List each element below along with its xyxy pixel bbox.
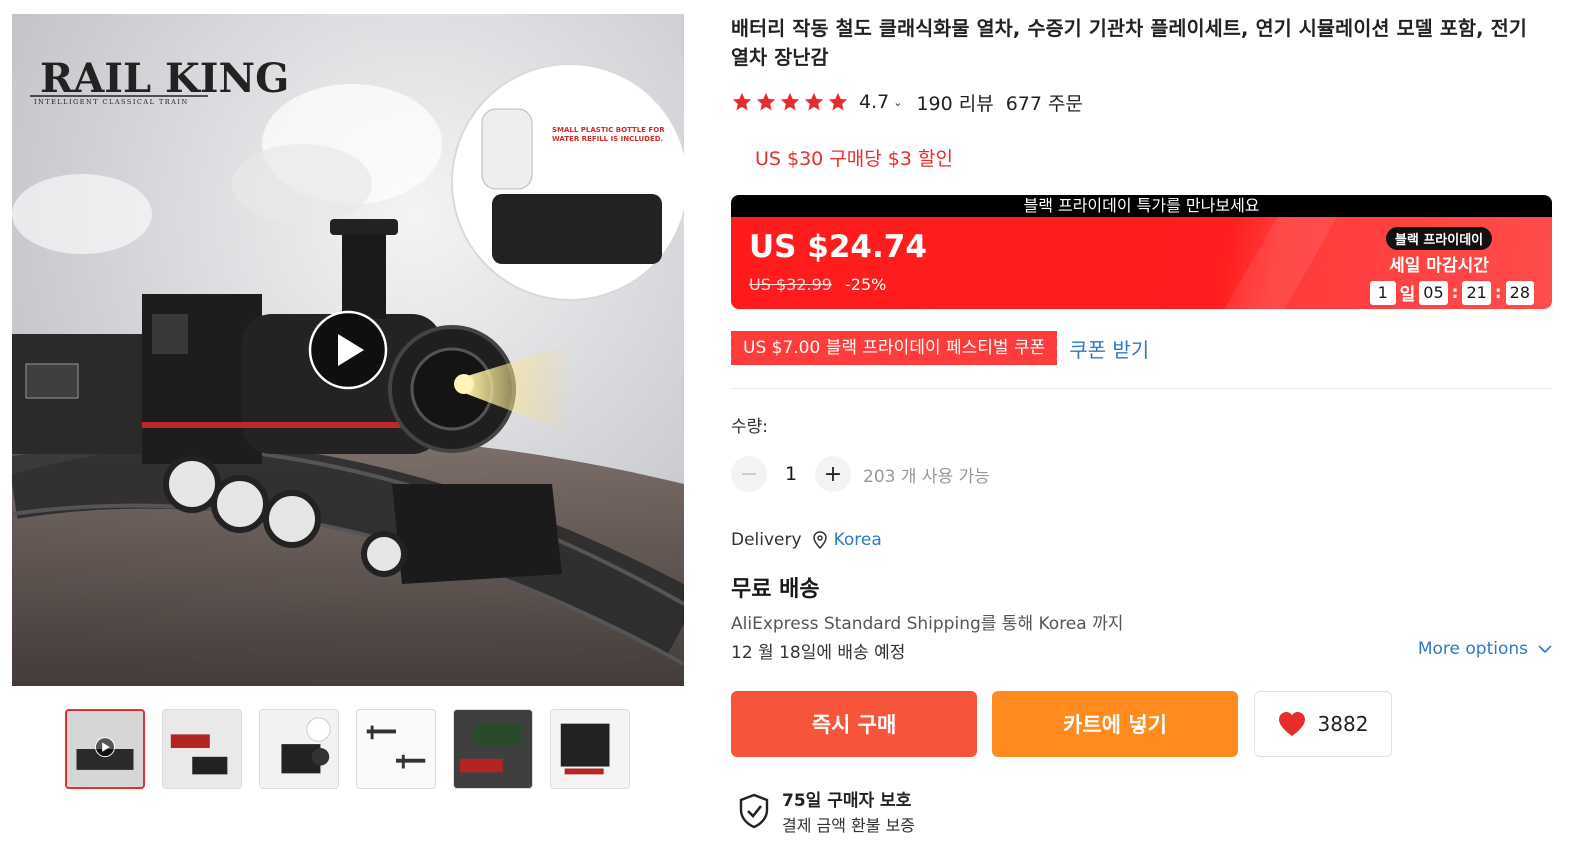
stock-available: 203 개 사용 가능 xyxy=(863,466,990,487)
discount-percent: -25% xyxy=(845,275,887,294)
decrease-quantity-button[interactable]: − xyxy=(731,456,767,492)
delivery-row: Delivery Korea xyxy=(731,530,882,550)
countdown-timer: 1 일 05 : 21 : 28 xyxy=(1344,280,1534,305)
delivery-estimate: 12 월 18일에 배송 예정 xyxy=(731,643,906,663)
location-pin-icon xyxy=(812,531,827,549)
buyer-protection[interactable]: 75일 구매자 보호 결제 금액 환불 보증 xyxy=(738,786,915,836)
original-price: US $32.99 xyxy=(749,275,832,294)
sale-price: US $24.74 xyxy=(749,229,927,265)
star-icon xyxy=(780,92,800,111)
delivery-label: Delivery xyxy=(731,530,802,550)
wishlist-count: 3882 xyxy=(1317,712,1369,736)
shipping-title: 무료 배송 xyxy=(731,577,820,602)
deadline-label: 세일 마감시간 xyxy=(1389,256,1489,276)
black-friday-banner: 블랙 프라이데이 특가를 만나보세요 US $24.74 US $32.99 -… xyxy=(731,195,1552,309)
star-icon xyxy=(732,92,752,111)
shipping-description: AliExpress Standard Shipping를 통해 Korea 까… xyxy=(731,614,1124,634)
star-icon xyxy=(756,92,776,111)
countdown-hours: 05 xyxy=(1419,280,1448,305)
thumbnail-4[interactable] xyxy=(356,709,436,789)
delivery-country-link[interactable]: Korea xyxy=(834,530,882,550)
countdown-days: 1 xyxy=(1369,280,1396,305)
threshold-promo: US $30 구매당 $3 할인 xyxy=(755,148,953,170)
thumbnail-5[interactable] xyxy=(453,709,533,789)
callout-text: SMALL PLASTIC BOTTLE FOR WATER REFILL IS… xyxy=(552,126,665,143)
rating-row: 4.7 ⌄ 190 리뷰 677 주문 xyxy=(731,88,1083,116)
price-comparison: US $32.99 -25% xyxy=(749,275,886,294)
banner-title: 블랙 프라이데이 특가를 만나보세요 xyxy=(731,195,1552,217)
black-friday-tag: 블랙 프라이데이 xyxy=(1385,227,1493,250)
quantity-stepper: − 1 + 203 개 사용 가능 xyxy=(731,456,990,492)
countdown-days-unit: 일 xyxy=(1399,285,1416,305)
coupon-badge[interactable]: US $7.00 블랙 프라이데이 페스티벌 쿠폰 xyxy=(727,331,1058,365)
add-to-cart-button[interactable]: 카트에 넣기 xyxy=(992,691,1238,757)
thumbnail-2[interactable] xyxy=(162,709,242,789)
get-coupon-link[interactable]: 쿠폰 받기 xyxy=(1069,334,1149,363)
thumbnail-3[interactable] xyxy=(259,709,339,789)
star-icon xyxy=(804,92,824,111)
thumbnail-strip xyxy=(65,709,645,789)
coupon-row: US $7.00 블랙 프라이데이 페스티벌 쿠폰 쿠폰 받기 xyxy=(727,331,1149,365)
star-icon xyxy=(828,92,848,111)
more-options-label: More options xyxy=(1417,639,1528,659)
product-title: 배터리 작동 철도 클래식화물 열차, 수증기 기관차 플레이세트, 연기 시뮬… xyxy=(731,17,1528,69)
brand-tagline: INTELLIGENT CLASSICAL TRAIN xyxy=(34,98,189,106)
review-count[interactable]: 190 리뷰 xyxy=(916,89,993,116)
thumbnail-6[interactable] xyxy=(550,709,630,789)
wishlist-button[interactable]: 3882 xyxy=(1254,691,1392,757)
shield-check-icon xyxy=(739,793,769,829)
countdown-separator: : xyxy=(1451,282,1459,303)
rating-value[interactable]: 4.7 xyxy=(859,91,889,113)
countdown-seconds: 28 xyxy=(1505,280,1534,305)
sale-countdown: 블랙 프라이데이 세일 마감시간 1 일 05 : 21 : 28 xyxy=(1344,227,1534,305)
chevron-down-icon xyxy=(1538,644,1552,653)
train-illustration: RAIL KING INTELLIGENT CLASSICAL TRAIN SM… xyxy=(12,14,684,686)
quantity-label: 수량: xyxy=(731,417,769,437)
increase-quantity-button[interactable]: + xyxy=(815,456,851,492)
order-count: 677 주문 xyxy=(1005,92,1083,115)
chevron-down-icon[interactable]: ⌄ xyxy=(893,96,902,109)
countdown-minutes: 21 xyxy=(1462,280,1491,305)
thumbnail-1[interactable] xyxy=(65,709,145,789)
heart-icon xyxy=(1278,712,1305,736)
buy-now-button[interactable]: 즉시 구매 xyxy=(731,691,977,757)
divider xyxy=(731,388,1552,389)
protection-title: 75일 구매자 보호 xyxy=(782,791,912,811)
main-product-image[interactable]: RAIL KING INTELLIGENT CLASSICAL TRAIN SM… xyxy=(12,14,684,686)
quantity-value[interactable]: 1 xyxy=(767,463,815,485)
more-options-link[interactable]: More options xyxy=(1418,639,1552,659)
brand-logo-text: RAIL KING xyxy=(40,55,289,102)
star-rating[interactable] xyxy=(731,91,849,113)
countdown-separator: : xyxy=(1494,282,1502,303)
protection-subtitle: 결제 금액 환불 보증 xyxy=(782,816,916,835)
video-play-button[interactable] xyxy=(308,310,388,390)
